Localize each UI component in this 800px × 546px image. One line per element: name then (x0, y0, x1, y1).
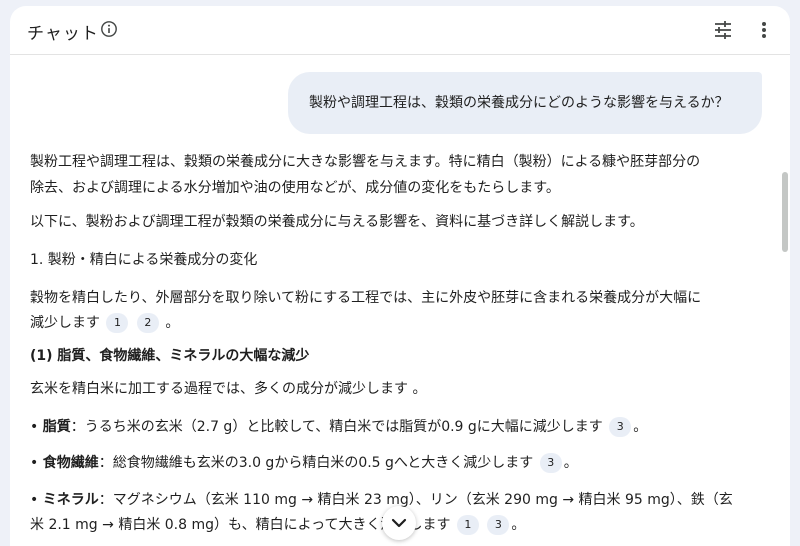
paragraph-3-text: 減少します (30, 315, 100, 331)
bullet-lipid: • 脂質：うるち米の玄米（2.7 g）と比較して、精白米では脂質が0.9 gに大… (30, 414, 647, 440)
bullet-text: ：うるち米の玄米（2.7 g）と比較して、精白米では脂質が0.9 gに大幅に減少… (70, 419, 603, 435)
section-heading-2: (1) 脂質、食物繊維、ミネラルの大幅な減少 (30, 348, 310, 364)
response-paragraph-3-line-1: 穀物を精白したり、外層部分を取り除いて粉にする工程では、主に外皮や胚芽に含まれる… (30, 290, 702, 306)
citation-chip[interactable]: 3 (609, 417, 632, 437)
citation-chip[interactable]: 3 (487, 515, 510, 535)
period: 。 (633, 419, 648, 435)
chat-panel: チャット 製粉や調理工程は、穀類の栄養成分にどのような影響を与えるか？ 製粉工程… (10, 6, 790, 546)
chat-header: チャット (10, 6, 790, 55)
bullet-label: 脂質 (42, 419, 71, 435)
tune-icon[interactable] (712, 19, 734, 41)
bullet-mineral-line-1: • ミネラル：マグネシウム（玄米 110 mg → 精白米 23 mg）、リン（… (30, 487, 733, 513)
citation-chip[interactable]: 1 (106, 313, 129, 333)
period: 。 (511, 517, 526, 533)
response-paragraph-2: 以下に、製粉および調理工程が穀類の栄養成分に与える影響を、資料に基づき詳しく解説… (30, 214, 644, 230)
scroll-to-bottom-button[interactable] (382, 506, 416, 540)
bullet-mark: • (30, 492, 39, 508)
bullet-fiber: • 食物繊維：総食物繊維も玄米の3.0 gから精白米の0.5 gへと大きく減少し… (30, 450, 578, 476)
bullet-text: ：総食物繊維も玄米の3.0 gから精白米の0.5 gへと大きく減少します (98, 455, 534, 471)
response-paragraph-1-line-2: 除去、および調理による水分増加や油の使用などが、成分値の変化をもたらします。 (30, 180, 560, 196)
citation-chip[interactable]: 1 (456, 515, 479, 535)
bullet-label: 食物繊維 (42, 455, 99, 471)
bullet-text: ：マグネシウム（玄米 110 mg → 精白米 23 mg）、リン（玄米 290… (98, 492, 733, 508)
more-vert-icon[interactable] (754, 19, 774, 41)
user-message-bubble: 製粉や調理工程は、穀類の栄養成分にどのような影響を与えるか？ (288, 72, 762, 134)
response-paragraph-3-line-2: 減少します 1 2 。 (30, 310, 179, 336)
page-title: チャット (27, 24, 99, 44)
info-icon[interactable] (100, 20, 118, 38)
bullet-label: ミネラル (42, 492, 99, 508)
bullet-mark: • (30, 455, 39, 471)
period: 。 (563, 455, 578, 471)
period: 。 (165, 315, 180, 331)
citation-chip[interactable]: 3 (539, 453, 562, 473)
response-paragraph-4: 玄米を精白米に加工する過程では、多くの成分が減少します 。 (30, 381, 427, 397)
scrollbar-thumb[interactable] (782, 172, 788, 252)
bullet-mineral-line-2: 米 2.1 mg → 精白米 0.8 mg）も、精白によって大きく減少します 1… (30, 512, 525, 538)
citation-chip[interactable]: 2 (136, 313, 159, 333)
user-message-text: 製粉や調理工程は、穀類の栄養成分にどのような影響を与えるか？ (309, 95, 729, 111)
chevron-down-icon (391, 518, 407, 528)
bullet-mark: • (30, 419, 39, 435)
response-paragraph-1-line-1: 製粉工程や調理工程は、穀類の栄養成分に大きな影響を与えます。特に精白（製粉）によ… (30, 154, 701, 170)
section-heading-1: 1. 製粉・精白による栄養成分の変化 (30, 252, 258, 268)
